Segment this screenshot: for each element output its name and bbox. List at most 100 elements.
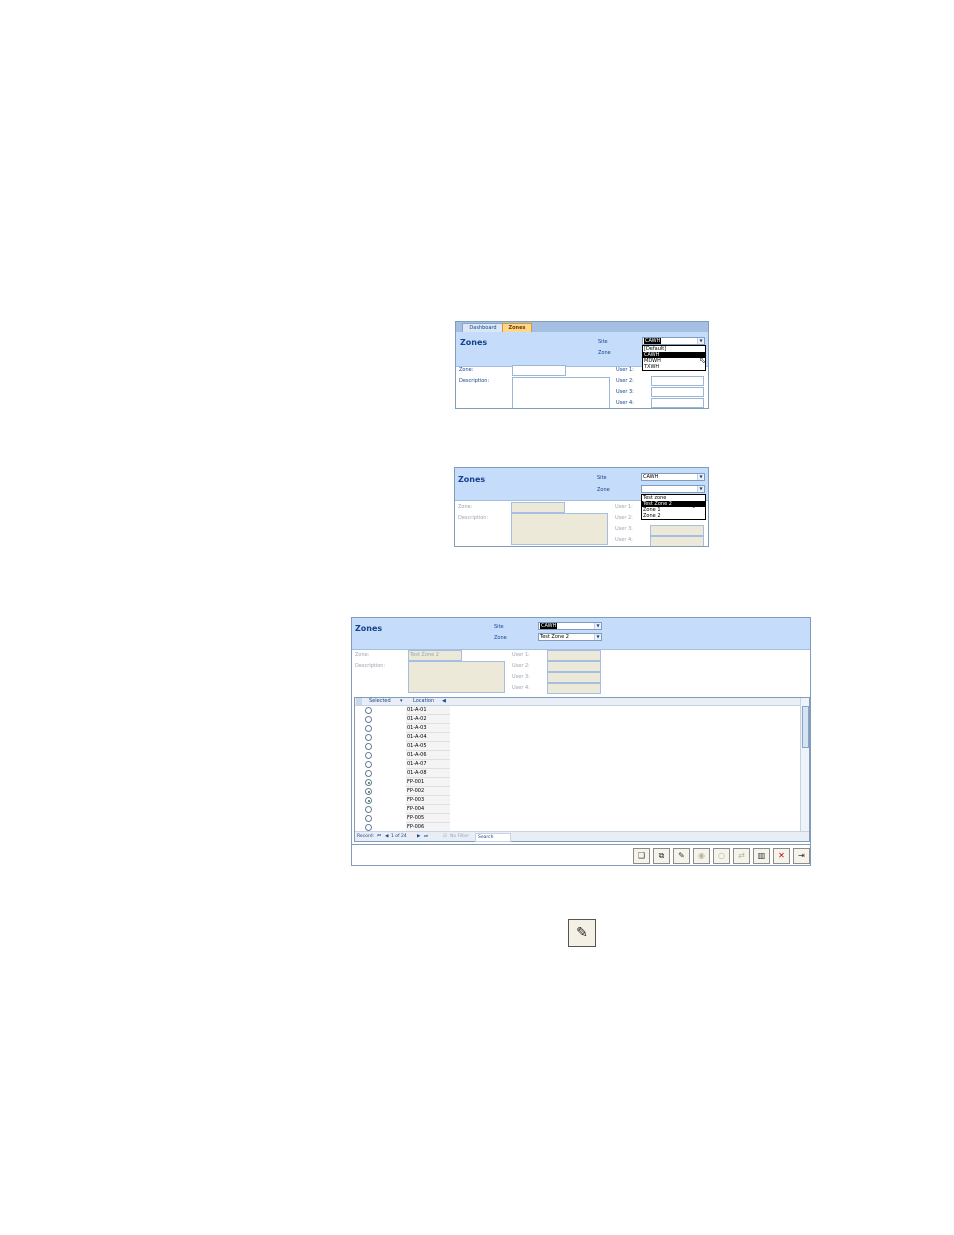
table-row[interactable]: 01-A-08 xyxy=(355,769,451,778)
selected-radio[interactable] xyxy=(365,743,372,750)
selected-radio[interactable] xyxy=(365,725,372,732)
column-header-selected[interactable]: Selected xyxy=(369,698,391,705)
selected-radio[interactable] xyxy=(365,752,372,759)
selected-radio[interactable] xyxy=(365,779,372,786)
page-title: Zones xyxy=(460,338,488,347)
description-field xyxy=(408,661,505,693)
scrollbar-thumb[interactable] xyxy=(802,706,809,748)
table-row[interactable]: 01-A-01 xyxy=(355,706,451,715)
location-value: FP-004 xyxy=(407,806,425,812)
copy-icon[interactable]: ⧉ xyxy=(653,848,670,864)
dropdown-option[interactable]: TXWH xyxy=(643,364,705,370)
zones-form-with-locations: Zones Site Zone CAWH ▼ Test Zone 2 ▼ Zon… xyxy=(351,617,811,866)
selected-radio[interactable] xyxy=(365,815,372,822)
chevron-down-icon[interactable]: ▼ xyxy=(697,338,704,344)
site-combo[interactable]: CAWH ▼ xyxy=(641,473,705,481)
filter-status[interactable]: No Filter xyxy=(450,832,469,841)
location-value: 01-A-03 xyxy=(407,725,427,731)
table-row[interactable]: FP-004 xyxy=(355,805,451,814)
edit-icon[interactable]: ✎ xyxy=(673,848,690,864)
record-label: Record: xyxy=(357,834,375,839)
table-row[interactable]: 01-A-07 xyxy=(355,760,451,769)
clear-icon[interactable]: ○ xyxy=(713,848,730,864)
table-row[interactable]: 01-A-05 xyxy=(355,742,451,751)
table-row[interactable]: FP-001 xyxy=(355,778,451,787)
selected-radio[interactable] xyxy=(365,770,372,777)
site-value: CAWH xyxy=(643,474,659,480)
user-3-label: User 3: xyxy=(616,389,634,395)
table-row[interactable]: 01-A-03 xyxy=(355,724,451,733)
selected-radio[interactable] xyxy=(365,797,372,804)
chevron-down-icon[interactable]: ▼ xyxy=(697,474,704,480)
table-row[interactable]: FP-003 xyxy=(355,796,451,805)
site-combo[interactable]: CAWH ▼ xyxy=(538,622,602,630)
vertical-scrollbar[interactable] xyxy=(800,698,809,831)
location-value: 01-A-06 xyxy=(407,752,427,758)
zone-field[interactable] xyxy=(512,365,566,376)
user-3-field[interactable] xyxy=(651,398,704,408)
zone-combo[interactable]: ▼ xyxy=(641,485,705,493)
description-label: Description: xyxy=(355,663,386,669)
user-4-label: User 4: xyxy=(512,685,530,691)
description-field[interactable] xyxy=(512,377,610,408)
table-row[interactable]: 01-A-02 xyxy=(355,715,451,724)
mouse-pointer-icon: ⬁ xyxy=(689,501,696,510)
location-value: 01-A-04 xyxy=(407,734,427,740)
selected-radio[interactable] xyxy=(365,824,372,831)
zone-field-value: Test Zone 2 xyxy=(410,652,439,658)
user-4-label: User 4: xyxy=(615,537,633,543)
select-all-corner[interactable] xyxy=(356,698,362,705)
dropdown-option[interactable]: Zone 2 xyxy=(642,513,705,519)
user-2-label: User 2: xyxy=(512,663,530,669)
location-value: FP-002 xyxy=(407,788,425,794)
zone-label: Zone xyxy=(598,350,611,356)
edit-icon: ✎ xyxy=(568,919,596,947)
datasheet-header: Selected ▾ Location ◀ xyxy=(355,698,801,706)
table-row[interactable]: 01-A-06 xyxy=(355,751,451,760)
zone-combo[interactable]: Test Zone 2 ▼ xyxy=(538,633,602,641)
select-all-icon[interactable]: ◉ xyxy=(693,848,710,864)
selected-radio[interactable] xyxy=(365,707,372,714)
next-record-icon[interactable]: ▶ xyxy=(417,832,420,841)
last-record-icon[interactable]: ⏭ xyxy=(424,832,428,841)
location-value: 01-A-01 xyxy=(407,707,427,713)
location-value: 01-A-05 xyxy=(407,743,427,749)
record-position[interactable]: 1 of 24 xyxy=(391,832,407,841)
description-field xyxy=(511,513,608,545)
sort-arrow-icon[interactable]: ◀ xyxy=(442,698,446,705)
first-record-icon[interactable]: ⏮ xyxy=(377,832,381,841)
mouse-pointer-icon: ⬁ xyxy=(699,356,706,365)
exit-icon[interactable]: ⇥ xyxy=(793,848,810,864)
selected-radio[interactable] xyxy=(365,734,372,741)
delete-file-icon[interactable]: ▥ xyxy=(753,848,770,864)
user-1-field[interactable] xyxy=(651,376,704,386)
cancel-icon[interactable]: ✕ xyxy=(773,848,790,864)
table-row[interactable]: FP-002 xyxy=(355,787,451,796)
location-value: 01-A-08 xyxy=(407,770,427,776)
prev-record-icon[interactable]: ◀ xyxy=(385,832,388,841)
selected-radio[interactable] xyxy=(365,761,372,768)
chevron-down-icon[interactable]: ▼ xyxy=(594,634,601,640)
table-row[interactable]: 01-A-04 xyxy=(355,733,451,742)
selected-radio[interactable] xyxy=(365,716,372,723)
move-icon[interactable]: ⇄ xyxy=(733,848,750,864)
zone-label: Zone xyxy=(494,635,507,641)
selected-radio[interactable] xyxy=(365,806,372,813)
chevron-down-icon[interactable]: ▼ xyxy=(697,486,704,492)
site-value: CAWH xyxy=(540,623,558,629)
user-1-label: User 1: xyxy=(512,652,530,658)
chevron-down-icon[interactable]: ▼ xyxy=(594,623,601,629)
search-box[interactable]: Search xyxy=(475,833,511,842)
site-combo[interactable]: CAWH ▼ xyxy=(642,337,705,345)
new-icon[interactable]: ❑ xyxy=(633,848,650,864)
selected-radio[interactable] xyxy=(365,788,372,795)
record-navigator: Record: ⏮ ◀ 1 of 24 ▶ ⏭ ☑ No Filter Sear… xyxy=(355,831,809,842)
zone-label: Zone xyxy=(597,487,610,493)
filter-icon[interactable]: ☑ xyxy=(443,832,447,841)
site-dropdown-list[interactable]: [Default] CAWH MDWH TXWH xyxy=(642,345,706,371)
zone-dropdown-list[interactable]: Test zone Test Zone 2 Zone 1 Zone 2 xyxy=(641,494,706,520)
sort-arrow-icon[interactable]: ▾ xyxy=(400,698,403,705)
table-row[interactable]: FP-005 xyxy=(355,814,451,823)
column-header-location[interactable]: Location xyxy=(413,698,434,705)
user-2-field[interactable] xyxy=(651,387,704,397)
